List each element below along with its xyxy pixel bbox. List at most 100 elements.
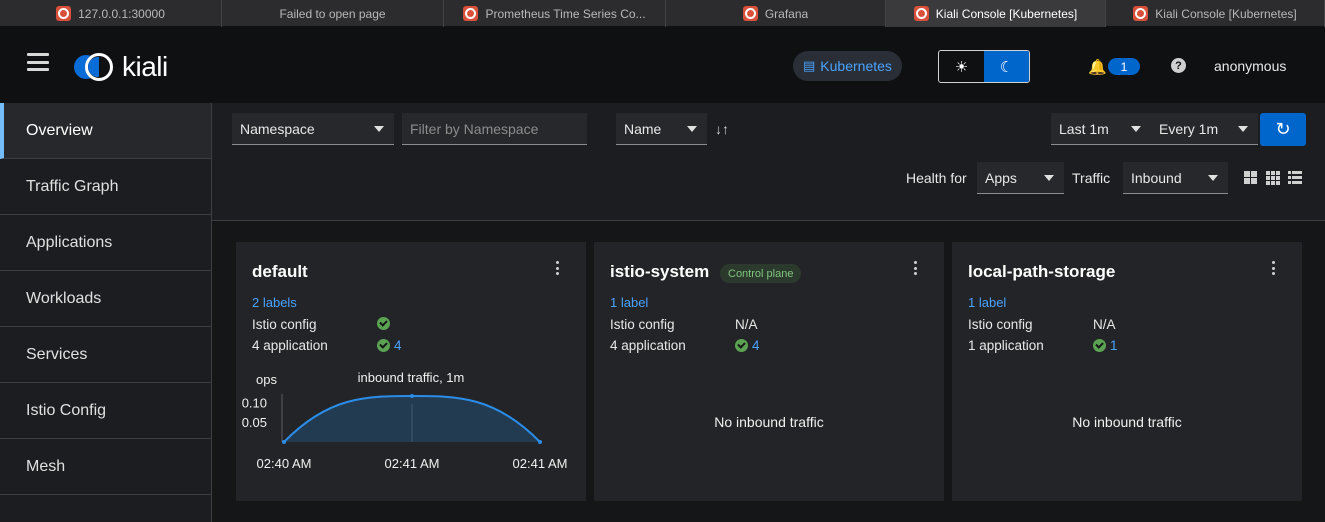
browser-tab[interactable]: Kiali Console [Kubernetes] bbox=[1106, 0, 1325, 27]
sidebar-item-applications[interactable]: Applications bbox=[0, 215, 211, 271]
namespace-name[interactable]: default bbox=[252, 262, 308, 282]
application-health[interactable]: 1 bbox=[1093, 338, 1118, 353]
check-circle-icon bbox=[377, 317, 390, 330]
refresh-icon: ↻ bbox=[1275, 119, 1291, 139]
chart-x-tick-label: 02:40 AM bbox=[257, 456, 312, 471]
grafana-favicon-icon bbox=[56, 6, 72, 21]
sort-field-select[interactable]: Name bbox=[616, 113, 707, 145]
caret-down-icon bbox=[687, 126, 697, 132]
namespace-name[interactable]: local-path-storage bbox=[968, 262, 1115, 282]
sort-direction-icon[interactable]: ↓↑ bbox=[715, 121, 729, 137]
browser-tab-bar: 127.0.0.1:30000 Failed to open page Prom… bbox=[0, 0, 1325, 27]
application-health[interactable]: 4 bbox=[735, 338, 760, 353]
check-circle-icon bbox=[1093, 339, 1106, 352]
cluster-name: Kubernetes bbox=[820, 58, 892, 74]
hamburger-menu-icon[interactable] bbox=[27, 53, 49, 71]
traffic-label: Traffic bbox=[1072, 170, 1111, 186]
moon-icon: ☾ bbox=[999, 58, 1014, 76]
sidebar-item-services[interactable]: Services bbox=[0, 327, 211, 383]
istio-config-label: Istio config bbox=[968, 317, 1033, 332]
no-traffic-message: No inbound traffic bbox=[1072, 414, 1182, 430]
inbound-traffic-chart: ops inbound traffic, 1m 0.10 0.05 02:40 AM 02… bbox=[242, 370, 568, 471]
compact-view-icon[interactable] bbox=[1266, 171, 1280, 185]
user-menu[interactable]: anonymous bbox=[1214, 58, 1286, 74]
caret-down-icon bbox=[1131, 126, 1141, 132]
namespace-card: istio-system Control plane 1 label Istio… bbox=[594, 242, 944, 501]
caret-down-icon bbox=[1238, 126, 1248, 132]
kebab-menu-icon[interactable] bbox=[1272, 261, 1276, 275]
traffic-direction-select[interactable]: Inbound bbox=[1123, 162, 1228, 194]
caret-down-icon bbox=[1208, 175, 1218, 181]
light-theme-button[interactable]: ☀ bbox=[939, 51, 984, 82]
help-icon[interactable]: ? bbox=[1171, 58, 1186, 73]
caret-down-icon bbox=[1044, 175, 1054, 181]
namespace-name[interactable]: istio-system bbox=[610, 262, 709, 282]
sidebar-item-workloads[interactable]: Workloads bbox=[0, 271, 211, 327]
chart-data-point bbox=[282, 440, 286, 444]
chart-y-axis-label: ops bbox=[256, 372, 277, 387]
namespace-card: default 2 labels Istio config 4 applicat… bbox=[236, 242, 586, 501]
caret-down-icon bbox=[374, 126, 384, 132]
grafana-favicon-icon bbox=[913, 6, 929, 21]
sidebar-item-traffic-graph[interactable]: Traffic Graph bbox=[0, 159, 211, 215]
notification-count-badge[interactable]: 1 bbox=[1108, 58, 1140, 75]
chart-title: inbound traffic, 1m bbox=[358, 370, 465, 385]
sidebar-item-istio-config[interactable]: Istio Config bbox=[0, 383, 211, 439]
application-count-label: 1 application bbox=[968, 338, 1044, 353]
filter-type-select[interactable]: Namespace bbox=[232, 113, 394, 145]
chart-area-fill bbox=[284, 396, 540, 442]
browser-tab[interactable]: Grafana bbox=[666, 0, 886, 27]
chart-y-tick-label: 0.05 bbox=[242, 415, 267, 430]
health-for-label: Health for bbox=[906, 170, 967, 186]
health-for-select[interactable]: Apps bbox=[977, 162, 1064, 194]
kiali-logo-icon bbox=[74, 52, 120, 82]
time-range-select[interactable]: Last 1m bbox=[1051, 113, 1151, 145]
logo-text: kiali bbox=[122, 51, 168, 82]
istio-config-status: N/A bbox=[1093, 317, 1116, 332]
browser-tab[interactable]: Prometheus Time Series Co... bbox=[444, 0, 666, 27]
grafana-favicon-icon bbox=[1133, 6, 1149, 21]
kebab-menu-icon[interactable] bbox=[914, 261, 918, 275]
bell-icon[interactable]: 🔔 bbox=[1088, 58, 1107, 76]
check-circle-icon bbox=[735, 339, 748, 352]
chart-data-point bbox=[538, 440, 542, 444]
browser-tab[interactable]: 127.0.0.1:30000 bbox=[0, 0, 222, 27]
labels-link[interactable]: 2 labels bbox=[252, 295, 297, 310]
application-count-label: 4 application bbox=[252, 338, 328, 353]
sidebar-item-overview[interactable]: Overview bbox=[0, 103, 211, 159]
chart-y-tick-label: 0.10 bbox=[242, 396, 267, 411]
istio-config-status: N/A bbox=[735, 317, 758, 332]
kebab-menu-icon[interactable] bbox=[556, 261, 560, 275]
check-circle-icon bbox=[377, 339, 390, 352]
istio-config-label: Istio config bbox=[610, 317, 675, 332]
cluster-badge: ▤ Kubernetes bbox=[793, 51, 902, 81]
list-view-icon[interactable] bbox=[1288, 171, 1302, 184]
namespace-filter-input[interactable]: Filter by Namespace bbox=[402, 113, 587, 145]
sidebar-nav: Overview Traffic Graph Applications Work… bbox=[0, 103, 212, 522]
chart-x-tick-label: 02:41 AM bbox=[513, 456, 568, 471]
theme-toggle: ☀ ☾ bbox=[938, 50, 1030, 83]
labels-link[interactable]: 1 label bbox=[968, 295, 1006, 310]
refresh-button[interactable]: ↻ bbox=[1260, 113, 1306, 146]
main-content: Namespace Filter by Namespace Name ↓↑ La… bbox=[212, 103, 1325, 522]
expand-view-icon[interactable] bbox=[1244, 171, 1258, 184]
sidebar-item-mesh[interactable]: Mesh bbox=[0, 439, 211, 495]
control-plane-badge: Control plane bbox=[720, 264, 802, 283]
istio-config-label: Istio config bbox=[252, 317, 317, 332]
refresh-interval-select[interactable]: Every 1m bbox=[1151, 113, 1258, 145]
masthead: kiali ▤ Kubernetes ☀ ☾ 🔔 1 ? anonymous bbox=[0, 27, 1325, 103]
grafana-favicon-icon bbox=[463, 6, 479, 21]
browser-tab-active[interactable]: Kiali Console [Kubernetes] bbox=[886, 0, 1106, 27]
dark-theme-button[interactable]: ☾ bbox=[984, 51, 1029, 82]
application-health[interactable]: 4 bbox=[377, 338, 402, 353]
sun-icon: ☀ bbox=[954, 58, 969, 76]
labels-link[interactable]: 1 label bbox=[610, 295, 648, 310]
istio-config-status[interactable] bbox=[377, 317, 390, 330]
namespace-card: local-path-storage 1 label Istio config … bbox=[952, 242, 1302, 501]
cluster-icon: ▤ bbox=[803, 58, 816, 73]
chart-data-point bbox=[410, 394, 414, 398]
grafana-favicon-icon bbox=[742, 6, 758, 21]
no-traffic-message: No inbound traffic bbox=[714, 414, 824, 430]
browser-tab[interactable]: Failed to open page bbox=[222, 0, 444, 27]
kiali-logo[interactable]: kiali bbox=[74, 51, 168, 83]
